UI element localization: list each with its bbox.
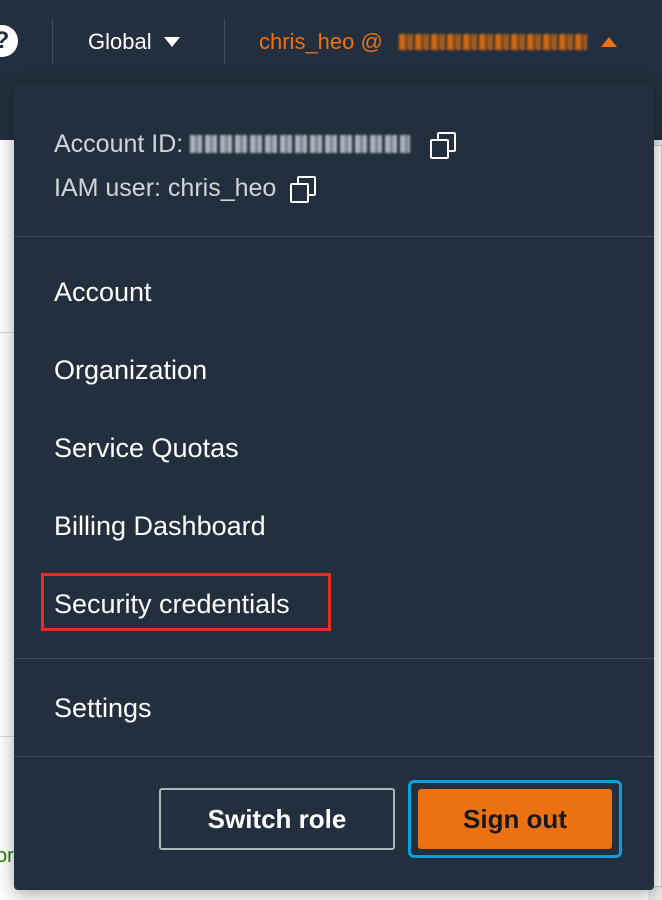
account-id-row: Account ID:	[54, 122, 457, 166]
caret-down-icon	[163, 37, 180, 47]
copy-icon[interactable]	[430, 132, 457, 159]
menu-item-settings[interactable]: Settings	[54, 690, 152, 726]
menu-separator	[14, 756, 654, 757]
nav-divider	[224, 18, 225, 64]
help-icon[interactable]: ?	[0, 25, 18, 57]
region-selector[interactable]: Global	[88, 27, 180, 57]
menu-item-billing-dashboard[interactable]: Billing Dashboard	[54, 508, 266, 544]
iam-user-label: IAM user: chris_heo	[54, 173, 277, 202]
page-divider	[0, 332, 14, 333]
iam-user-row: IAM user: chris_heo	[54, 166, 454, 210]
redacted-account-alias	[398, 34, 587, 50]
redacted-account-id	[190, 135, 411, 153]
menu-item-organization[interactable]: Organization	[54, 352, 207, 388]
menu-separator	[14, 236, 654, 237]
menu-item-account[interactable]: Account	[54, 274, 152, 310]
page-divider	[0, 736, 14, 737]
account-info: Account ID: IAM user: chris_heo	[54, 122, 457, 210]
region-label: Global	[88, 29, 152, 54]
account-menu-user: chris_heo @	[259, 29, 389, 54]
menu-separator	[14, 658, 654, 659]
menu-item-security-credentials[interactable]: Security credentials	[54, 586, 290, 622]
caret-up-icon	[600, 37, 617, 47]
account-menu-trigger[interactable]: chris_heo @	[259, 27, 617, 57]
account-id-label: Account ID:	[54, 129, 191, 158]
switch-role-button[interactable]: Switch role	[159, 788, 395, 850]
menu-item-service-quotas[interactable]: Service Quotas	[54, 430, 239, 466]
nav-divider	[52, 18, 53, 64]
account-dropdown-menu: Account ID: IAM user: chris_heo Account …	[14, 84, 654, 890]
sign-out-button[interactable]: Sign out	[418, 789, 612, 849]
page-partial-text: or	[0, 845, 14, 867]
copy-icon[interactable]	[290, 176, 317, 203]
